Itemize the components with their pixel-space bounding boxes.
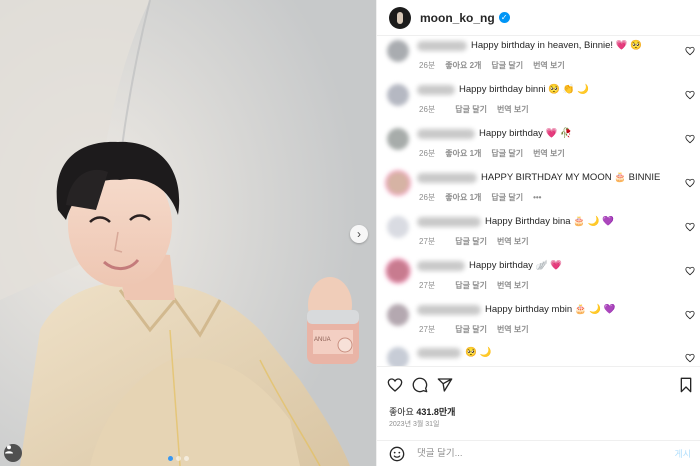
carousel-dot-active [168, 456, 173, 461]
comment-meta: 26분 좋아요 1개 답글 달기 ••• [419, 192, 551, 203]
post-photo[interactable]: ANUA › [0, 0, 376, 466]
share-paper-plane-icon[interactable] [437, 377, 453, 393]
comment-composer: 게시 [377, 440, 700, 466]
comment-item: HAPPY BIRTHDAY MY MOON 🎂 BINNIE 26분 좋아요 1개… [377, 172, 700, 216]
post-comment-button[interactable]: 게시 [674, 447, 691, 460]
commenter-username-blurred[interactable] [417, 217, 481, 227]
reply-button[interactable]: 답글 달기 [491, 149, 523, 158]
translate-button[interactable]: 번역 보기 [497, 325, 529, 334]
comment-item: Happy birthday 🪽 💗 27분 답글 달기 번역 보기 [377, 260, 700, 304]
comment-item: Happy birthday in heaven, Binnie! 💗 🥺 26분… [377, 40, 700, 84]
commenter-username-blurred[interactable] [417, 173, 477, 183]
bookmark-icon[interactable] [679, 377, 693, 393]
commenter-avatar[interactable] [387, 347, 409, 366]
comment-like-heart-icon[interactable] [685, 310, 695, 320]
commenter-username-blurred[interactable] [417, 85, 455, 95]
translate-button[interactable]: 번역 보기 [533, 61, 565, 70]
tagged-user-button[interactable] [4, 444, 22, 462]
comment-like-heart-icon[interactable] [685, 353, 695, 363]
comment-like-heart-icon[interactable] [685, 266, 695, 276]
comment-time: 26분 [419, 105, 436, 114]
comment-meta: 27분 답글 달기 번역 보기 [419, 280, 539, 291]
translate-button[interactable]: 번역 보기 [533, 149, 565, 158]
like-heart-icon[interactable] [387, 377, 403, 393]
comment-like-heart-icon[interactable] [685, 90, 695, 100]
portrait-illustration: ANUA [0, 0, 376, 466]
commenter-avatar[interactable] [387, 84, 409, 106]
comment-item: Happy birthday mbin 🎂 🌙 💜 27분 답글 달기 번역 보기 [377, 304, 700, 348]
comment-like-heart-icon[interactable] [685, 178, 695, 188]
commenter-username-blurred[interactable] [417, 261, 465, 271]
comment-time: 27분 [419, 325, 436, 334]
comment-text: HAPPY BIRTHDAY MY MOON 🎂 BINNIE [481, 172, 661, 183]
post-actions: 좋아요 431.8만개 2023년 3월 31일 [377, 366, 700, 428]
person-icon [5, 445, 13, 454]
post-date[interactable]: 2023년 3월 31일 [389, 419, 439, 429]
commenter-avatar[interactable] [387, 304, 409, 326]
comment-time: 26분 [419, 193, 436, 202]
commenter-avatar[interactable] [387, 260, 409, 282]
comment-text: Happy birthday in heaven, Binnie! 💗 🥺 [471, 40, 642, 51]
next-image-button[interactable]: › [350, 225, 368, 243]
comment-item: Happy birthday 💗 🥀 26분 좋아요 1개 답글 달기 번역 보기 [377, 128, 700, 172]
translate-button[interactable]: 번역 보기 [497, 105, 529, 114]
comment-meta: 27분 답글 달기 번역 보기 [419, 324, 539, 335]
commenter-username-blurred[interactable] [417, 305, 481, 315]
comment-like-count[interactable]: 좋아요 1개 [445, 193, 481, 202]
comment-item: Happy birthday binni 🥺 👏 🌙 26분 답글 달기 번역 보기 [377, 84, 700, 128]
comment-meta: 26분 좋아요 2개 답글 달기 번역 보기 [419, 60, 575, 71]
author-username[interactable]: moon_ko_ng [420, 11, 495, 25]
comment-time: 27분 [419, 281, 436, 290]
comment-item: 🥺 🌙 [377, 347, 700, 366]
commenter-avatar[interactable] [387, 216, 409, 238]
reply-button[interactable]: 답글 달기 [455, 325, 487, 334]
commenter-username-blurred[interactable] [417, 348, 461, 358]
reply-button[interactable]: 답글 달기 [491, 193, 523, 202]
comment-like-count[interactable]: 좋아요 1개 [445, 149, 481, 158]
comment-meta: 27분 답글 달기 번역 보기 [419, 236, 539, 247]
reply-button[interactable]: 답글 달기 [491, 61, 523, 70]
carousel-dot [176, 456, 181, 461]
commenter-username-blurred[interactable] [417, 41, 467, 51]
comment-list[interactable]: Happy birthday in heaven, Binnie! 💗 🥺 26분… [377, 36, 700, 366]
comment-time: 26분 [419, 61, 436, 70]
translate-button[interactable]: ••• [533, 193, 541, 202]
comment-like-heart-icon[interactable] [685, 46, 695, 56]
comment-like-count[interactable]: 좋아요 2개 [445, 61, 481, 70]
commenter-username-blurred[interactable] [417, 129, 475, 139]
comment-text: Happy birthday 🪽 💗 [469, 260, 562, 271]
verified-badge-icon: ✓ [498, 12, 510, 23]
comment-time: 26분 [419, 149, 436, 158]
translate-button[interactable]: 번역 보기 [497, 237, 529, 246]
comment-like-heart-icon[interactable] [685, 134, 695, 144]
comment-time: 27분 [419, 237, 436, 246]
like-count[interactable]: 좋아요 431.8만개 [389, 405, 455, 418]
comment-text: Happy birthday 💗 🥀 [479, 128, 572, 139]
chevron-right-icon: › [357, 227, 361, 241]
post-sidebar: moon_ko_ng ✓ Happy birthday in heaven, B… [376, 0, 700, 466]
commenter-avatar[interactable] [387, 40, 409, 62]
commenter-avatar[interactable] [387, 172, 409, 194]
carousel-indicator [168, 456, 189, 461]
comment-bubble-icon[interactable] [412, 377, 428, 393]
comment-meta: 26분 답글 달기 번역 보기 [419, 104, 539, 115]
reply-button[interactable]: 답글 달기 [455, 237, 487, 246]
translate-button[interactable]: 번역 보기 [497, 281, 529, 290]
comment-item: Happy Birthday bina 🎂 🌙 💜 27분 답글 달기 번역 보기 [377, 216, 700, 260]
post-header: moon_ko_ng ✓ [377, 0, 700, 36]
comment-text: Happy Birthday bina 🎂 🌙 💜 [485, 216, 614, 227]
carousel-dot [184, 456, 189, 461]
comment-meta: 26분 좋아요 1개 답글 달기 번역 보기 [419, 148, 575, 159]
product-label: ANUA [314, 337, 331, 343]
emoji-smiley-icon[interactable] [389, 446, 405, 462]
comment-input[interactable] [417, 448, 637, 459]
reply-button[interactable]: 답글 달기 [455, 105, 487, 114]
comment-text: 🥺 🌙 [465, 347, 492, 358]
comment-text: Happy birthday binni 🥺 👏 🌙 [459, 84, 590, 95]
reply-button[interactable]: 답글 달기 [455, 281, 487, 290]
comment-like-heart-icon[interactable] [685, 222, 695, 232]
author-avatar[interactable] [389, 6, 411, 29]
commenter-avatar[interactable] [387, 128, 409, 150]
comment-text: Happy birthday mbin 🎂 🌙 💜 [485, 304, 616, 315]
